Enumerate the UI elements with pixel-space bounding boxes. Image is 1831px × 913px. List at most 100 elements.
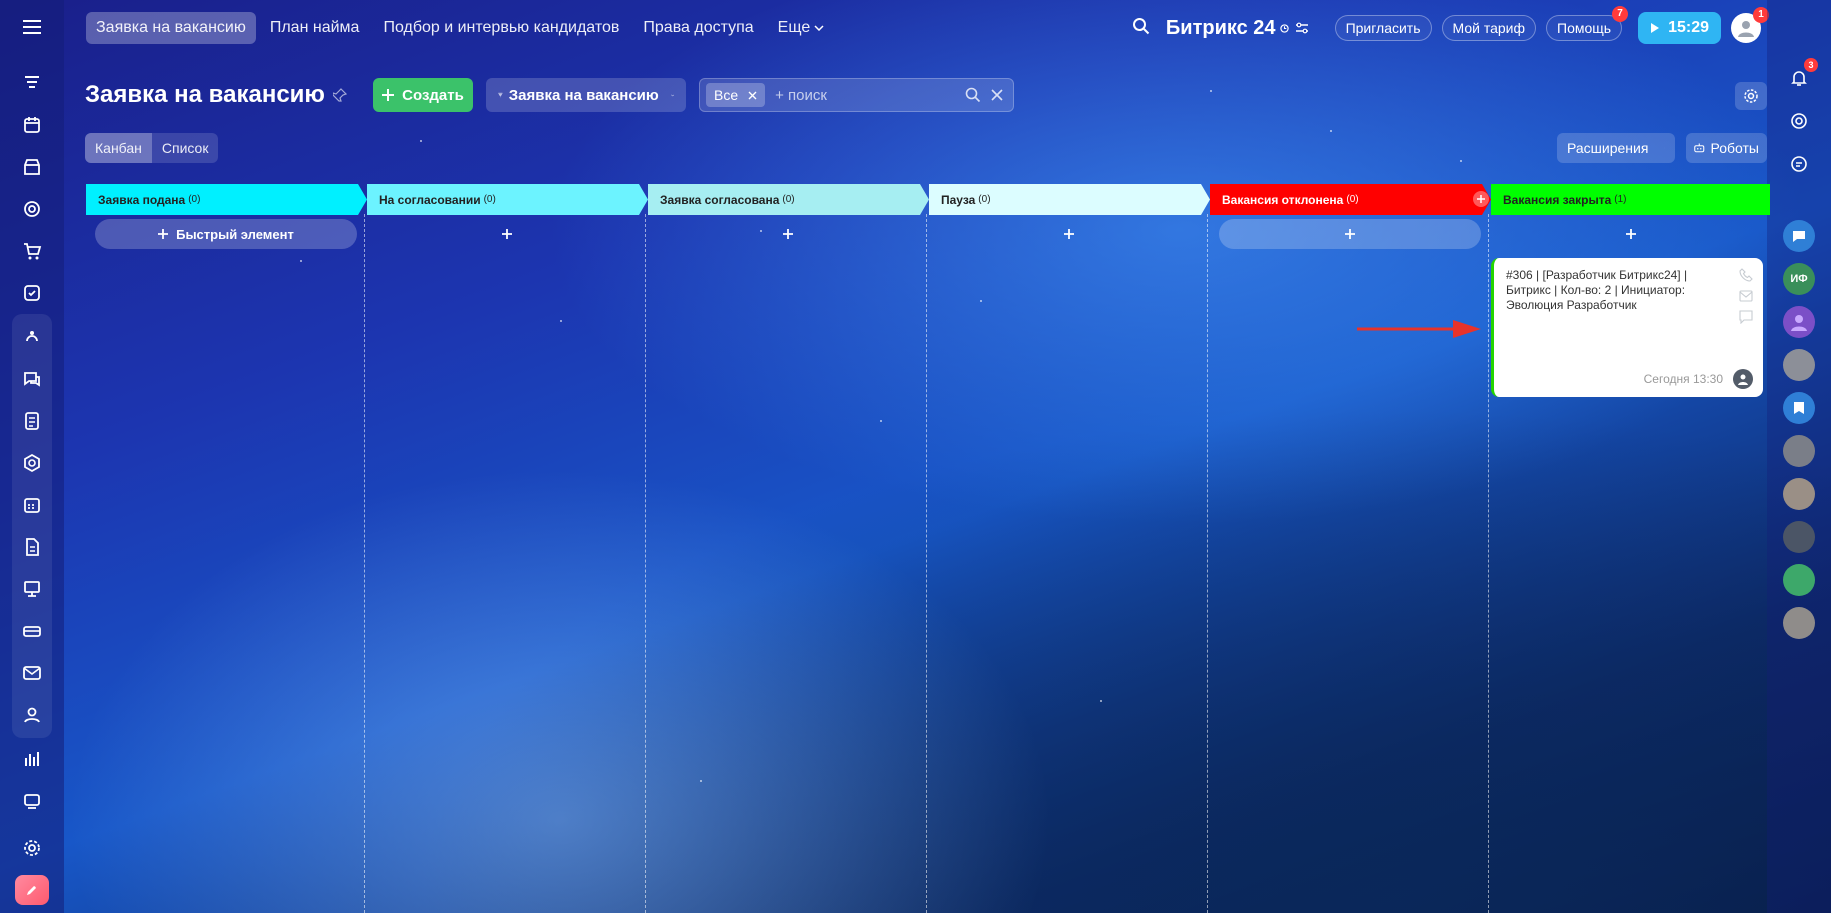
profile-avatar[interactable]: 1 [1731,7,1769,43]
column-count: (0) [978,194,991,205]
column-title: На согласовании [379,192,481,207]
create-button[interactable]: Создать [373,78,473,112]
left-sidebar [0,0,64,913]
column-count: (0) [483,194,496,205]
clear-icon[interactable] [991,89,1003,101]
chat-avatar-10[interactable] [1783,607,1815,639]
pin-icon[interactable] [332,88,347,102]
pipeline-selector[interactable]: Заявка на вакансию [486,78,686,112]
sidebar-file-icon[interactable] [12,526,52,568]
sidebar-card-icon[interactable] [12,610,52,652]
worktime-button[interactable]: 15:29 [1638,12,1721,44]
add-item-button[interactable] [657,219,919,249]
copilot-icon[interactable] [1783,105,1815,137]
clock-icon [1279,23,1289,33]
add-column-icon[interactable] [1473,191,1489,207]
column-header[interactable]: Вакансия закрыта (1) [1491,184,1770,215]
column-header[interactable]: На согласовании (0) [367,184,648,215]
chat-avatar-3[interactable] [1783,306,1815,338]
nav-item-access-rights[interactable]: Права доступа [633,12,763,44]
search-input[interactable]: + поиск [775,87,965,104]
sidebar-terminal-icon[interactable] [12,780,52,822]
column-header[interactable]: Заявка согласована (0) [648,184,929,215]
help-button[interactable]: Помощь [1546,15,1623,41]
sidebar-cart-icon[interactable] [12,230,52,272]
add-item-button[interactable] [938,219,1200,249]
chat-avatar-6[interactable] [1783,435,1815,467]
column-title: Вакансия отклонена [1222,192,1344,207]
filter-chip[interactable]: Все [706,83,766,107]
sidebar-crm-icon[interactable] [12,62,52,104]
view-list-tab[interactable]: Список [152,133,219,163]
search-icon[interactable] [1132,17,1150,40]
close-icon[interactable] [748,91,757,100]
worktime-label: 15:29 [1668,19,1709,36]
column-header[interactable]: Вакансия отклонена (0) [1210,184,1491,215]
add-item-button[interactable] [1500,219,1762,249]
gear-icon [1744,89,1758,103]
quick-add-label: Быстрый элемент [176,226,294,242]
extensions-button[interactable]: Расширения [1557,133,1675,163]
mail-icon[interactable] [1739,290,1753,302]
sidebar-analytics-icon[interactable] [12,738,52,780]
sidebar-mail-icon[interactable] [12,652,52,694]
chat-avatar-7[interactable] [1783,478,1815,510]
kanban-card[interactable]: #306 | [Разработчик Битрикс24] | Битрикс… [1491,258,1763,397]
settings-button[interactable] [1735,82,1767,110]
chat-avatar-initials[interactable]: ИФ [1783,263,1815,295]
card-date: Сегодня 13:30 [1643,372,1723,386]
card-title[interactable]: #306 | [Разработчик Битрикс24] | Битрикс… [1506,268,1726,313]
nav-item-vacancy-request[interactable]: Заявка на вакансию [86,12,256,44]
chat-avatar-1[interactable] [1783,220,1815,252]
column-header[interactable]: Заявка подана (0) [86,184,367,215]
sidebar-documents-icon[interactable] [12,400,52,442]
robots-button[interactable]: Роботы [1686,133,1767,163]
nav-more[interactable]: Еще [768,12,835,44]
kanban-column-pause: Пауза (0) [929,184,1210,913]
plus-icon [502,229,512,239]
sidebar-automation-icon[interactable] [12,316,52,358]
nav-item-hiring-plan[interactable]: План найма [260,12,370,44]
chevron-down-icon[interactable] [1664,145,1665,151]
notifications-bell-icon[interactable]: 3 [1783,58,1818,94]
phone-icon[interactable] [1739,268,1753,282]
messenger-icon[interactable] [1783,148,1815,180]
sidebar-store-icon[interactable] [12,146,52,188]
sidebar-hexagon-icon[interactable] [12,442,52,484]
chat-avatar-4[interactable] [1783,349,1815,381]
column-header[interactable]: Пауза (0) [929,184,1210,215]
page-title-text: Заявка на вакансию [85,81,325,108]
invite-button[interactable]: Пригласить [1334,15,1432,41]
sidebar-users-icon[interactable] [12,694,52,736]
rocket-icon[interactable] [15,875,49,905]
sidebar-tasks-icon[interactable] [12,272,52,314]
sidebar-schedule-icon[interactable] [12,484,52,526]
my-plan-button[interactable]: Мой тариф [1441,15,1536,41]
add-item-button[interactable] [376,219,638,249]
comment-icon[interactable] [1739,310,1753,324]
chat-avatar-9[interactable] [1783,564,1815,596]
column-title: Пауза [941,192,976,207]
brand-logo[interactable]: Битрикс 24 [1166,17,1276,40]
sidebar-chat-icon[interactable] [12,358,52,400]
column-count: (0) [782,194,795,205]
sidebar-presentation-icon[interactable] [12,568,52,610]
add-item-button[interactable] [1219,219,1481,249]
sliders-icon[interactable] [1295,22,1309,34]
menu-burger-icon[interactable] [12,14,52,40]
sidebar-calendar-icon[interactable] [12,104,52,146]
chat-avatar-bookmark[interactable] [1783,392,1815,424]
kanban-column-submitted: Заявка подана (0) Быстрый элемент [86,184,367,913]
sidebar-group [12,314,52,738]
quick-add-button[interactable]: Быстрый элемент [95,219,357,249]
filter-search-box[interactable]: Все + поиск [699,78,1014,112]
card-user-avatar[interactable] [1733,369,1753,389]
top-right: Битрикс 24 Пригласить Мой тариф Помощь 7… [1132,0,1769,56]
nav-item-candidates[interactable]: Подбор и интервью кандидатов [373,12,629,44]
sidebar-settings-icon[interactable] [12,827,52,869]
chat-avatar-8[interactable] [1783,521,1815,553]
view-kanban-tab[interactable]: Канбан [85,133,152,163]
column-count: (0) [1346,194,1359,205]
sidebar-target-icon[interactable] [12,188,52,230]
search-icon[interactable] [965,87,981,103]
